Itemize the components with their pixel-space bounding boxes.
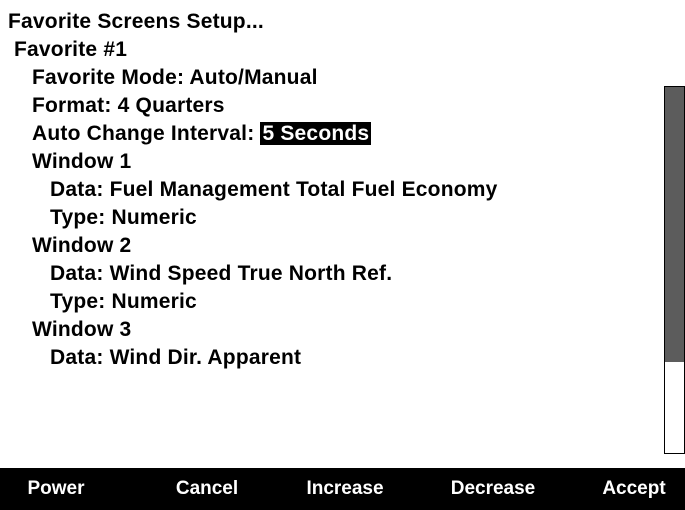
window-1-data-value: Fuel Management Total Fuel Economy <box>109 178 498 201</box>
format-label: Format: <box>32 94 112 117</box>
auto-change-interval-value-selected[interactable]: 5 Seconds <box>260 122 372 145</box>
page-title: Favorite Screens Setup... <box>8 10 264 33</box>
favorite-number-label[interactable]: Favorite #1 <box>14 36 127 64</box>
format-row[interactable]: Format: 4 Quarters <box>32 92 225 120</box>
window-1-type-label: Type: <box>50 206 106 229</box>
increase-softkey[interactable]: Increase <box>276 468 414 510</box>
auto-change-interval-label: Auto Change Interval: <box>32 122 255 145</box>
scrollbar-thumb[interactable] <box>665 87 684 362</box>
window-1-data-label: Data: <box>50 178 104 201</box>
softkey-bar: Power Cancel Increase Decrease Accept <box>0 468 685 510</box>
window-1-label[interactable]: Window 1 <box>32 148 131 176</box>
window-1-type-value: Numeric <box>111 206 197 229</box>
window-2-label[interactable]: Window 2 <box>32 232 131 260</box>
accept-softkey[interactable]: Accept <box>583 468 685 510</box>
favorite-mode-row[interactable]: Favorite Mode: Auto/Manual <box>32 64 318 92</box>
window-3-data-label: Data: <box>50 346 104 369</box>
window-3-data-value: Wind Dir. Apparent <box>109 346 302 369</box>
scrollbar[interactable] <box>664 86 685 454</box>
window-1-data-row[interactable]: Data: Fuel Management Total Fuel Economy <box>50 176 498 204</box>
decrease-softkey[interactable]: Decrease <box>424 468 562 510</box>
window-2-data-value: Wind Speed True North Ref. <box>109 262 393 285</box>
window-2-type-row[interactable]: Type: Numeric <box>50 288 197 316</box>
favorite-screens-setup-screen: Favorite Screens Setup... Favorite #1 Fa… <box>0 0 685 510</box>
power-softkey[interactable]: Power <box>0 468 112 510</box>
cancel-softkey[interactable]: Cancel <box>138 468 276 510</box>
window-2-data-row[interactable]: Data: Wind Speed True North Ref. <box>50 260 392 288</box>
window-2-data-label: Data: <box>50 262 104 285</box>
window-3-data-row[interactable]: Data: Wind Dir. Apparent <box>50 344 301 372</box>
favorite-mode-value: Auto/Manual <box>189 66 318 89</box>
window-2-type-label: Type: <box>50 290 106 313</box>
window-3-label[interactable]: Window 3 <box>32 316 131 344</box>
window-2-type-value: Numeric <box>111 290 197 313</box>
format-value: 4 Quarters <box>117 94 225 117</box>
favorite-mode-label: Favorite Mode: <box>32 66 185 89</box>
window-1-type-row[interactable]: Type: Numeric <box>50 204 197 232</box>
auto-change-interval-row[interactable]: Auto Change Interval: 5 Seconds <box>32 120 372 148</box>
